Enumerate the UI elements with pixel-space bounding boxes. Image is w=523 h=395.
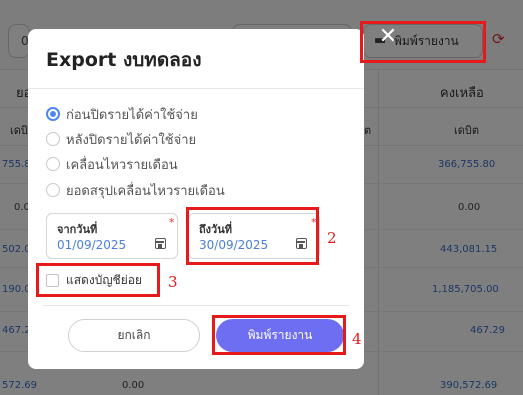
radio-monthly-summary[interactable]: ยอดสรุปเคลื่อนไหวรายเดือน	[46, 181, 225, 199]
title-divider	[28, 88, 364, 89]
annotation-box-checkbox	[36, 263, 160, 297]
footer-divider	[42, 305, 350, 306]
from-date-field[interactable]: จากวันที่ * 01/09/2025	[46, 213, 178, 259]
radio-button[interactable]	[46, 183, 60, 197]
radio-before-closing[interactable]: ก่อนปิดรายได้ค่าใช้จ่าย	[46, 105, 198, 123]
calendar-icon[interactable]	[155, 238, 166, 249]
annotation-number-4: 4	[352, 330, 362, 348]
annotation-box-close	[360, 21, 486, 63]
required-mark: *	[169, 216, 175, 229]
from-date-value: 01/09/2025	[57, 238, 127, 252]
radio-label: เคลื่อนไหวรายเดือน	[66, 157, 178, 173]
radio-button[interactable]	[46, 132, 60, 146]
radio-label: หลังปิดรายได้ค่าใช้จ่าย	[66, 132, 197, 148]
radio-label: ก่อนปิดรายได้ค่าใช้จ่าย	[66, 107, 198, 123]
radio-label: ยอดสรุปเคลื่อนไหวรายเดือน	[66, 183, 225, 199]
radio-button[interactable]	[46, 157, 60, 171]
from-date-label: จากวันที่	[57, 223, 98, 236]
annotation-box-to-date	[186, 207, 319, 265]
radio-monthly-movement[interactable]: เคลื่อนไหวรายเดือน	[46, 155, 178, 173]
annotation-box-print	[212, 315, 346, 355]
cancel-button[interactable]: ยกเลิก	[68, 319, 200, 352]
radio-after-closing[interactable]: หลังปิดรายได้ค่าใช้จ่าย	[46, 130, 196, 148]
annotation-number-2: 2	[327, 229, 337, 247]
annotation-number-3: 3	[168, 273, 178, 291]
dialog-title: Export งบทดลอง	[46, 49, 202, 71]
radio-button-selected[interactable]	[46, 107, 60, 121]
